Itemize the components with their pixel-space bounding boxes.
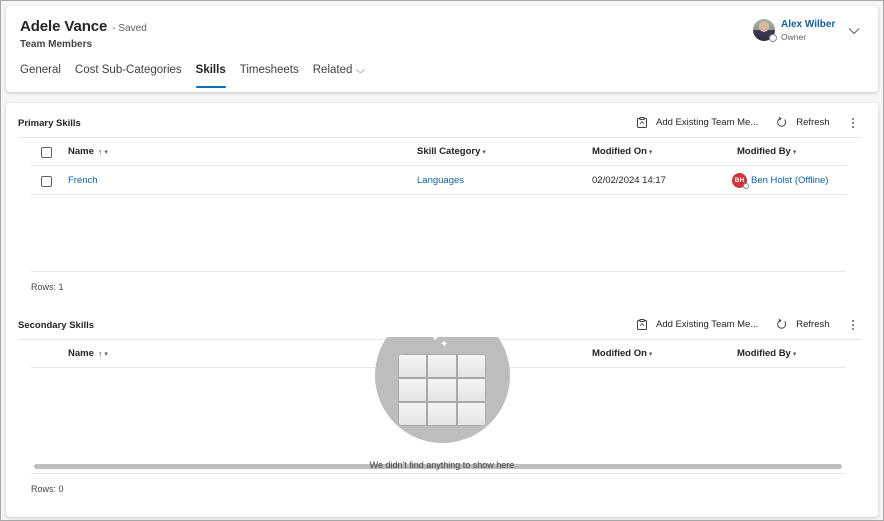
sparkle-icon: ✦ bbox=[440, 339, 449, 350]
skill-category-link[interactable]: Languages bbox=[417, 175, 464, 186]
refresh-icon bbox=[777, 319, 787, 329]
sort-ascending-icon: ↑ bbox=[97, 146, 103, 157]
column-label: Name bbox=[68, 146, 94, 157]
tab-general[interactable]: General bbox=[20, 63, 61, 91]
secondary-skills-command-bar: Add Existing Team Me... Refresh bbox=[637, 319, 855, 330]
column-label: Modified On bbox=[592, 348, 647, 359]
skill-name-link[interactable]: French bbox=[68, 175, 98, 186]
column-label: Modified By bbox=[737, 348, 791, 359]
chevron-down-icon: ▾ bbox=[648, 148, 653, 156]
chevron-down-icon: ▾ bbox=[792, 350, 797, 358]
rows-count: Rows: 1 bbox=[31, 282, 64, 292]
tab-related[interactable]: Related ⌵ bbox=[312, 63, 366, 91]
refresh-button[interactable]: Refresh bbox=[776, 319, 830, 330]
entity-name: Team Members bbox=[20, 39, 93, 50]
owner-info[interactable]: Alex Wilber Owner bbox=[753, 19, 835, 42]
add-existing-team-member-button[interactable]: Add Existing Team Me... bbox=[637, 319, 758, 330]
refresh-button[interactable]: Refresh bbox=[776, 117, 830, 128]
select-all-checkbox[interactable] bbox=[41, 147, 52, 158]
owner-avatar bbox=[753, 19, 777, 42]
secondary-skills-title: Secondary Skills bbox=[18, 320, 95, 331]
record-title: Adele Vance bbox=[20, 18, 108, 35]
column-label: Skill Category bbox=[417, 146, 481, 157]
sort-ascending-icon: ↑ bbox=[97, 348, 103, 359]
clipboard-add-icon bbox=[637, 319, 647, 330]
chevron-down-icon: ▾ bbox=[104, 148, 108, 156]
chevron-down-icon: ▾ bbox=[648, 350, 653, 358]
tab-label: Timesheets bbox=[239, 64, 299, 76]
rows-count: Rows: 0 bbox=[31, 484, 64, 494]
tab-cost-sub-categories[interactable]: Cost Sub-Categories bbox=[75, 63, 182, 91]
more-commands-icon[interactable] bbox=[851, 117, 855, 128]
column-header-modified-by[interactable]: Modified By ▾ bbox=[737, 146, 796, 157]
chevron-down-icon: ⌵ bbox=[356, 65, 366, 75]
chevron-down-icon: ▾ bbox=[792, 148, 797, 156]
divider bbox=[31, 271, 846, 272]
tab-label: General bbox=[20, 64, 61, 76]
divider bbox=[31, 473, 846, 474]
presence-offline-icon bbox=[743, 183, 749, 189]
refresh-icon bbox=[777, 117, 787, 127]
add-existing-label: Add Existing Team Me... bbox=[656, 319, 759, 330]
record-header: Adele Vance - Saved Team Members General… bbox=[6, 6, 878, 92]
empty-state-message: We didn't find anything to show here bbox=[369, 460, 515, 470]
divider bbox=[31, 194, 846, 195]
owner-role: Owner bbox=[781, 32, 807, 42]
column-label: Modified By bbox=[737, 146, 791, 157]
chevron-down-icon: ▾ bbox=[482, 148, 486, 156]
tab-timesheets[interactable]: Timesheets bbox=[240, 63, 299, 91]
divider bbox=[31, 165, 846, 166]
column-label: Modified On bbox=[592, 146, 647, 157]
modified-on-value: 02/02/2024 14:17 bbox=[592, 175, 666, 186]
presence-offline-icon bbox=[769, 34, 777, 42]
clipboard-add-icon bbox=[637, 117, 647, 128]
tab-label: Cost Sub-Categories bbox=[74, 64, 182, 76]
add-existing-label: Add Existing Team Me... bbox=[656, 117, 759, 128]
saved-status: - Saved bbox=[112, 23, 147, 34]
column-label: Name bbox=[68, 348, 94, 359]
chevron-down-icon: ▾ bbox=[104, 350, 108, 358]
refresh-label: Refresh bbox=[796, 117, 830, 128]
tab-list: General Cost Sub-Categories Skills Times… bbox=[20, 63, 378, 91]
column-header-name[interactable]: Name ↑ ▾ bbox=[68, 146, 108, 157]
title-row: Adele Vance - Saved bbox=[20, 18, 147, 35]
primary-skills-title: Primary Skills bbox=[18, 118, 81, 129]
primary-skills-command-bar: Add Existing Team Me... Refresh bbox=[637, 117, 855, 128]
sparkle-icon: ✦ bbox=[432, 337, 439, 343]
column-header-name[interactable]: Name ↑ ▾ bbox=[68, 348, 108, 359]
more-commands-icon[interactable] bbox=[851, 319, 855, 330]
skills-tab-content: Primary Skills Add Existing Team Me... R… bbox=[6, 103, 878, 517]
add-existing-team-member-button[interactable]: Add Existing Team Me... bbox=[637, 117, 758, 128]
grid-icon bbox=[398, 354, 486, 426]
tab-skills[interactable]: Skills bbox=[195, 63, 226, 91]
modified-by-link[interactable]: Ben Holst (Offline) bbox=[751, 175, 828, 186]
tab-label: Skills bbox=[195, 64, 226, 76]
empty-state-illustration: ✦ ✦ bbox=[375, 337, 510, 443]
column-header-skill-category[interactable]: Skill Category ▾ bbox=[417, 146, 486, 157]
refresh-label: Refresh bbox=[796, 319, 830, 330]
column-header-modified-on[interactable]: Modified On ▾ bbox=[592, 348, 652, 359]
user-avatar: BH bbox=[732, 173, 749, 189]
divider bbox=[18, 137, 861, 138]
tab-label: Related bbox=[312, 64, 353, 76]
expand-header-chevron-icon[interactable] bbox=[847, 24, 861, 38]
avatar-initials: BH bbox=[734, 177, 745, 184]
column-header-modified-by[interactable]: Modified By ▾ bbox=[737, 348, 796, 359]
column-header-modified-on[interactable]: Modified On ▾ bbox=[592, 146, 652, 157]
owner-name-link[interactable]: Alex Wilber bbox=[781, 19, 835, 30]
row-checkbox[interactable] bbox=[41, 176, 52, 187]
